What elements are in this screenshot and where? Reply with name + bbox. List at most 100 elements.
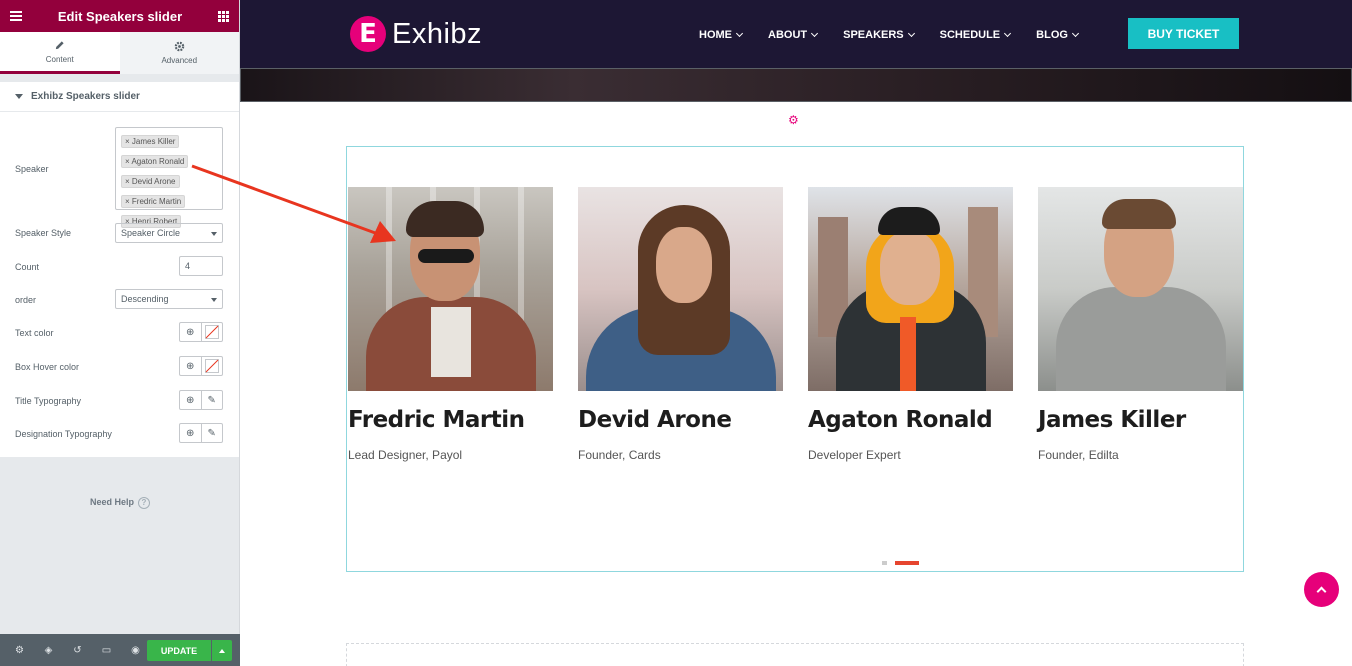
site-header: E Exhibz HOME ABOUT SPEAKERS SCHEDULE BL… bbox=[240, 0, 1352, 68]
need-help-link[interactable]: Need Help? bbox=[0, 497, 240, 509]
widgets-grid-icon[interactable] bbox=[218, 10, 229, 22]
panel-title: Edit Speakers slider bbox=[57, 8, 183, 24]
site-preview: E Exhibz HOME ABOUT SPEAKERS SCHEDULE BL… bbox=[240, 0, 1352, 666]
update-button[interactable]: UPDATE bbox=[147, 640, 211, 661]
section-toggle[interactable]: Exhibz Speakers slider bbox=[0, 82, 239, 112]
box-hover-color-label: Box Hover color bbox=[15, 362, 80, 372]
nav-blog[interactable]: BLOG bbox=[1036, 29, 1079, 41]
nav-speakers[interactable]: SPEAKERS bbox=[843, 29, 915, 41]
speaker-style-value: Speaker Circle bbox=[121, 228, 181, 238]
globe-icon[interactable]: ⊕ bbox=[180, 391, 202, 409]
section-title: Exhibz Speakers slider bbox=[31, 91, 140, 102]
need-help-label: Need Help bbox=[89, 497, 134, 507]
layers-icon[interactable]: ◈ bbox=[34, 645, 63, 656]
tab-content[interactable]: Content bbox=[0, 32, 120, 74]
chevron-down-icon bbox=[1071, 29, 1079, 38]
speaker-tag-label: Agaton Ronald bbox=[131, 157, 185, 166]
caret-down-icon bbox=[15, 94, 23, 99]
chevron-down-icon bbox=[907, 29, 915, 38]
speaker-role: Lead Designer, Payol bbox=[348, 448, 463, 462]
speaker-name: Fredric Martin bbox=[348, 407, 525, 433]
chevron-down-icon bbox=[811, 29, 819, 38]
speaker-style-select[interactable]: Speaker Circle bbox=[115, 223, 223, 243]
speaker-name: James Killer bbox=[1038, 407, 1186, 433]
gear-icon bbox=[174, 41, 185, 52]
settings-icon[interactable]: ⚙ bbox=[5, 645, 34, 656]
editor-panel: Edit Speakers slider Content Advanced Ex… bbox=[0, 0, 240, 666]
speaker-card[interactable]: Fredric Martin Lead Designer, Payol bbox=[348, 187, 553, 462]
empty-section-placeholder[interactable] bbox=[346, 643, 1244, 666]
slider-dot[interactable] bbox=[882, 561, 887, 565]
update-options-caret-icon[interactable] bbox=[212, 640, 232, 661]
speaker-tag[interactable]: × James Killer bbox=[121, 135, 180, 148]
speakers-slider: Fredric Martin Lead Designer, Payol Devi… bbox=[346, 146, 1244, 572]
back-to-top-button[interactable] bbox=[1304, 572, 1339, 607]
speaker-card[interactable]: Devid Arone Founder, Cards bbox=[578, 187, 783, 462]
history-icon[interactable]: ↺ bbox=[63, 645, 92, 656]
question-icon: ? bbox=[138, 497, 150, 509]
globe-icon[interactable]: ⊕ bbox=[180, 357, 202, 375]
panel-header: Edit Speakers slider bbox=[0, 0, 239, 32]
chevron-down-icon bbox=[735, 29, 744, 38]
hamburger-menu-icon[interactable] bbox=[10, 11, 22, 21]
speaker-card[interactable]: Agaton Ronald Developer Expert bbox=[808, 187, 1013, 462]
nav-schedule[interactable]: SCHEDULE bbox=[940, 29, 1012, 41]
color-picker-swatch[interactable] bbox=[202, 323, 223, 341]
main-nav: HOME ABOUT SPEAKERS SCHEDULE BLOG bbox=[699, 29, 1104, 41]
designation-typography-control: ⊕ ✎ bbox=[179, 423, 223, 443]
nav-home[interactable]: HOME bbox=[699, 29, 744, 41]
speaker-multiselect[interactable]: × James Killer × Agaton Ronald × Devid A… bbox=[115, 127, 223, 228]
slider-dot-active[interactable] bbox=[895, 561, 919, 565]
text-color-control: ⊕ bbox=[179, 322, 223, 342]
speaker-photo bbox=[348, 187, 553, 391]
nav-label: HOME bbox=[699, 29, 732, 41]
box-hover-color-control: ⊕ bbox=[179, 356, 223, 376]
speaker-photo bbox=[578, 187, 783, 391]
nav-label: SPEAKERS bbox=[843, 29, 904, 41]
speaker-tag-label: Devid Arone bbox=[131, 177, 176, 186]
chevron-down-icon bbox=[1004, 29, 1012, 38]
globe-icon[interactable]: ⊕ bbox=[180, 424, 202, 442]
dropdown-arrow-icon bbox=[211, 298, 217, 302]
speaker-role: Developer Expert bbox=[808, 448, 901, 462]
title-typography-label: Title Typography bbox=[15, 396, 82, 406]
speaker-tag[interactable]: × Fredric Martin bbox=[121, 195, 186, 208]
logo-text: Exhibz bbox=[392, 17, 483, 50]
designation-typography-label: Designation Typography bbox=[15, 429, 112, 439]
slider-pagination bbox=[882, 561, 927, 565]
pencil-icon bbox=[56, 40, 64, 49]
tab-advanced[interactable]: Advanced bbox=[119, 32, 239, 74]
responsive-icon[interactable]: ▭ bbox=[92, 645, 121, 656]
edit-pencil-icon[interactable]: ✎ bbox=[202, 391, 223, 409]
logo-mark: E bbox=[350, 16, 386, 52]
nav-label: ABOUT bbox=[768, 29, 808, 41]
order-value: Descending bbox=[121, 294, 169, 304]
speaker-card[interactable]: James Killer Founder, Edilta bbox=[1038, 187, 1243, 462]
speaker-name: Devid Arone bbox=[578, 407, 732, 433]
speaker-photo bbox=[1038, 187, 1243, 391]
speaker-tag-label: James Killer bbox=[131, 137, 176, 146]
color-picker-swatch[interactable] bbox=[202, 357, 223, 375]
preview-eye-icon[interactable]: ◉ bbox=[121, 645, 150, 656]
text-color-label: Text color bbox=[15, 328, 54, 338]
tab-advanced-label: Advanced bbox=[161, 56, 198, 65]
speaker-photo bbox=[808, 187, 1013, 391]
buy-ticket-button[interactable]: BUY TICKET bbox=[1128, 18, 1239, 49]
nav-about[interactable]: ABOUT bbox=[768, 29, 819, 41]
order-select[interactable]: Descending bbox=[115, 289, 223, 309]
chevron-up-icon bbox=[1316, 586, 1327, 596]
nav-label: BLOG bbox=[1036, 29, 1068, 41]
count-label: Count bbox=[15, 262, 40, 272]
dropdown-arrow-icon bbox=[211, 232, 217, 236]
title-typography-control: ⊕ ✎ bbox=[179, 390, 223, 410]
site-logo[interactable]: E Exhibz bbox=[350, 16, 482, 52]
edit-pencil-icon[interactable]: ✎ bbox=[202, 424, 223, 442]
widget-settings-icon[interactable]: ⚙ bbox=[788, 113, 799, 127]
speaker-tag-label: Fredric Martin bbox=[131, 197, 182, 206]
globe-icon[interactable]: ⊕ bbox=[180, 323, 202, 341]
speaker-tag[interactable]: × Devid Arone bbox=[121, 175, 180, 188]
count-input[interactable]: 4 bbox=[179, 256, 223, 276]
tab-content-label: Content bbox=[45, 54, 74, 64]
speaker-role: Founder, Cards bbox=[578, 448, 661, 462]
speaker-tag[interactable]: × Agaton Ronald bbox=[121, 155, 189, 168]
